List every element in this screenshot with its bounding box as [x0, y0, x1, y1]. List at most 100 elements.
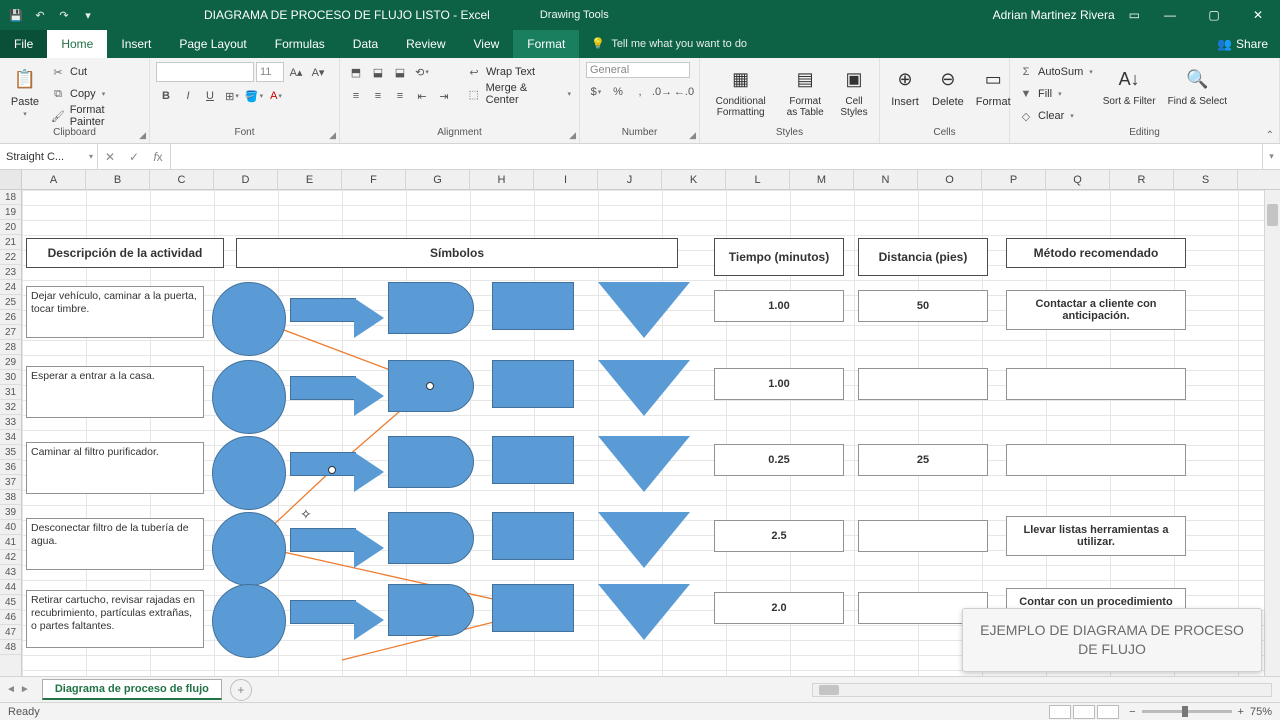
align-right-button[interactable]: ≡: [390, 86, 410, 106]
decrease-decimal-button[interactable]: ←.0: [674, 82, 694, 102]
select-all-corner[interactable]: [0, 170, 22, 189]
delay-shape[interactable]: [388, 282, 474, 334]
arrow-shape[interactable]: [290, 298, 384, 338]
sheet-nav-next-icon[interactable]: ►: [20, 684, 30, 695]
col-H[interactable]: H: [470, 170, 534, 189]
col-J[interactable]: J: [598, 170, 662, 189]
format-cells-button[interactable]: ▭Format: [972, 62, 1015, 110]
enter-formula-icon[interactable]: ✓: [122, 150, 146, 164]
tab-file[interactable]: File: [0, 30, 47, 58]
sort-filter-button[interactable]: A↓Sort & Filter: [1099, 62, 1160, 109]
percent-button[interactable]: %: [608, 82, 628, 102]
row-header[interactable]: 44: [0, 580, 21, 595]
comma-button[interactable]: ,: [630, 82, 650, 102]
tab-insert[interactable]: Insert: [107, 30, 165, 58]
font-color-button[interactable]: A: [266, 86, 286, 106]
align-top-button[interactable]: ⬒: [346, 62, 366, 82]
zoom-out-icon[interactable]: −: [1129, 706, 1135, 718]
rect-shape[interactable]: [492, 584, 574, 632]
row-header[interactable]: 31: [0, 385, 21, 400]
align-bottom-button[interactable]: ⬓: [390, 62, 410, 82]
circle-shape[interactable]: [212, 282, 286, 356]
row-header[interactable]: 45: [0, 595, 21, 610]
arrow-shape[interactable]: [290, 376, 384, 416]
col-N[interactable]: N: [854, 170, 918, 189]
row-header[interactable]: 27: [0, 325, 21, 340]
zoom-slider[interactable]: [1142, 710, 1232, 713]
border-button[interactable]: ⊞: [222, 86, 242, 106]
row-header[interactable]: 46: [0, 610, 21, 625]
tab-review[interactable]: Review: [392, 30, 459, 58]
wrap-text-button[interactable]: ↩Wrap Text: [464, 62, 573, 82]
row-header[interactable]: 20: [0, 220, 21, 235]
row-header[interactable]: 47: [0, 625, 21, 640]
row-header[interactable]: 18: [0, 190, 21, 205]
col-M[interactable]: M: [790, 170, 854, 189]
number-launcher-icon[interactable]: ◢: [689, 130, 696, 141]
format-as-table-button[interactable]: ▤Format as Table: [779, 62, 831, 120]
rect-shape[interactable]: [492, 282, 574, 330]
zoom-in-icon[interactable]: +: [1238, 706, 1244, 718]
decrease-font-button[interactable]: A▾: [308, 62, 328, 82]
row-header[interactable]: 36: [0, 460, 21, 475]
clear-button[interactable]: ◇Clear▾: [1016, 106, 1095, 126]
tab-format[interactable]: Format: [513, 30, 579, 58]
ribbon-display-icon[interactable]: ▭: [1129, 8, 1140, 22]
triangle-shape[interactable]: [598, 584, 690, 640]
save-icon[interactable]: 💾: [8, 7, 24, 23]
row-header[interactable]: 26: [0, 310, 21, 325]
align-left-button[interactable]: ≡: [346, 86, 366, 106]
increase-indent-button[interactable]: ⇥: [434, 86, 454, 106]
col-G[interactable]: G: [406, 170, 470, 189]
align-middle-button[interactable]: ⬓: [368, 62, 388, 82]
paste-button[interactable]: 📋 Paste ▾: [6, 62, 44, 120]
delay-shape[interactable]: [388, 584, 474, 636]
column-headers[interactable]: A B C D E F G H I J K L M N O P Q R S: [0, 170, 1280, 190]
col-R[interactable]: R: [1110, 170, 1174, 189]
tab-view[interactable]: View: [460, 30, 514, 58]
find-select-button[interactable]: 🔍Find & Select: [1164, 62, 1231, 109]
user-name[interactable]: Adrian Martinez Rivera: [979, 8, 1129, 22]
fill-button[interactable]: ▼Fill▾: [1016, 84, 1095, 104]
row-header[interactable]: 23: [0, 265, 21, 280]
row-header[interactable]: 43: [0, 565, 21, 580]
row-header[interactable]: 38: [0, 490, 21, 505]
close-button[interactable]: ✕: [1236, 0, 1280, 30]
col-Q[interactable]: Q: [1046, 170, 1110, 189]
col-O[interactable]: O: [918, 170, 982, 189]
col-B[interactable]: B: [86, 170, 150, 189]
increase-font-button[interactable]: A▴: [286, 62, 306, 82]
connector-endpoint[interactable]: [328, 466, 336, 474]
tell-me-search[interactable]: 💡 Tell me what you want to do: [579, 30, 1205, 58]
tab-page-layout[interactable]: Page Layout: [165, 30, 260, 58]
triangle-shape[interactable]: [598, 282, 690, 338]
col-S[interactable]: S: [1174, 170, 1238, 189]
connector-endpoint[interactable]: [426, 382, 434, 390]
number-format-combo[interactable]: [586, 62, 690, 78]
worksheet-grid[interactable]: 1819202122232425262728293031323334353637…: [0, 190, 1280, 676]
col-I[interactable]: I: [534, 170, 598, 189]
circle-shape[interactable]: [212, 584, 286, 658]
row-header[interactable]: 39: [0, 505, 21, 520]
col-E[interactable]: E: [278, 170, 342, 189]
delay-shape[interactable]: [388, 436, 474, 488]
maximize-button[interactable]: ▢: [1192, 0, 1236, 30]
col-F[interactable]: F: [342, 170, 406, 189]
rect-shape[interactable]: [492, 360, 574, 408]
arrow-shape[interactable]: [290, 528, 384, 568]
row-header[interactable]: 19: [0, 205, 21, 220]
circle-shape[interactable]: [212, 436, 286, 510]
row-header[interactable]: 32: [0, 400, 21, 415]
row-header[interactable]: 40: [0, 520, 21, 535]
formula-input[interactable]: [171, 144, 1262, 169]
font-size-combo[interactable]: [256, 62, 284, 82]
row-header[interactable]: 41: [0, 535, 21, 550]
row-header[interactable]: 30: [0, 370, 21, 385]
merge-center-button[interactable]: ⬚Merge & Center▾: [464, 84, 573, 104]
font-launcher-icon[interactable]: ◢: [329, 130, 336, 141]
conditional-formatting-button[interactable]: ▦Conditional Formatting: [706, 62, 775, 120]
row-header[interactable]: 28: [0, 340, 21, 355]
sheet-nav-prev-icon[interactable]: ◄: [6, 684, 16, 695]
normal-view-button[interactable]: [1049, 705, 1071, 719]
arrow-shape[interactable]: [290, 452, 384, 492]
